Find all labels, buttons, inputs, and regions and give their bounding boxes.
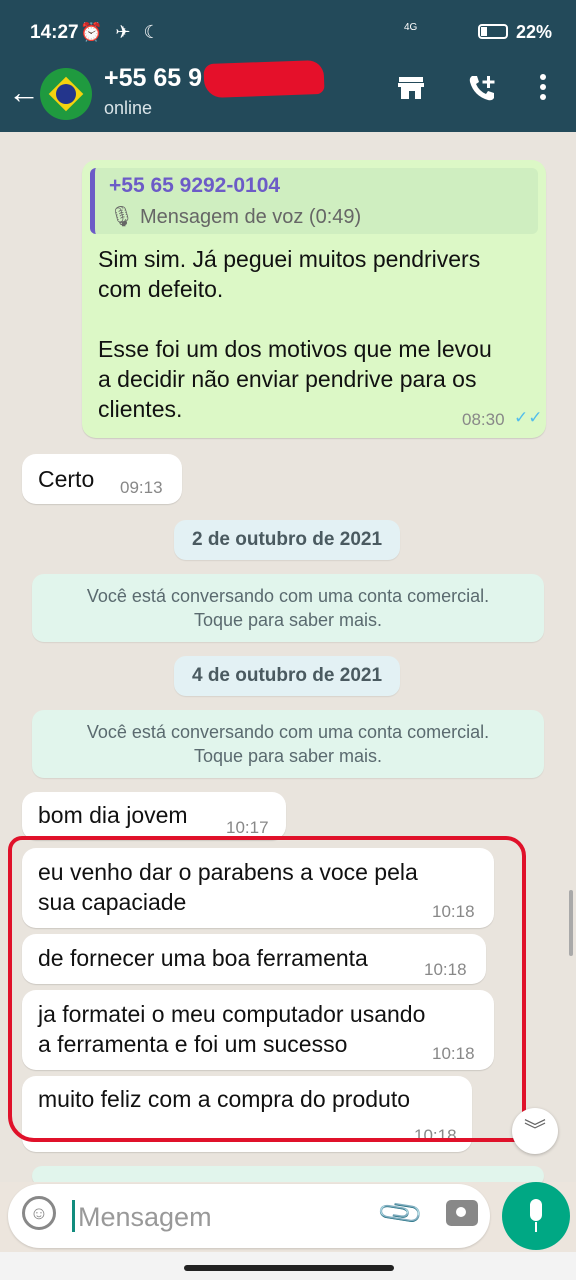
attach-icon[interactable]: 📎: [375, 1188, 426, 1239]
chat-area[interactable]: +55 65 9292-0104 🎙 Mensagem de voz (0:49…: [0, 132, 576, 1182]
scrollbar[interactable]: [569, 890, 573, 956]
status-bar: 14:27 ⏰ ✈ ☾ 4G 22%: [0, 0, 576, 66]
top-bar: 14:27 ⏰ ✈ ☾ 4G 22% ← +55 65 9 online: [0, 0, 576, 132]
network-type: 4G: [404, 22, 418, 33]
message-incoming[interactable]: Certo 09:13: [22, 454, 182, 504]
scroll-down-button[interactable]: ︾: [512, 1108, 558, 1154]
home-indicator[interactable]: [184, 1265, 394, 1271]
contact-avatar[interactable]: [40, 68, 92, 120]
message-time: 09:13: [120, 478, 163, 497]
emoji-icon[interactable]: ☺: [22, 1196, 56, 1230]
message-incoming[interactable]: bom dia jovem 10:17: [22, 792, 286, 840]
back-arrow-icon[interactable]: ←: [8, 74, 40, 111]
redaction-mark: [203, 59, 325, 99]
battery-icon: [478, 24, 508, 39]
message-text: Certo: [38, 466, 95, 492]
quoted-voice-message: 🎙 Mensagem de voz (0:49): [109, 206, 362, 228]
highlight-annotation: [8, 836, 526, 1142]
chat-header: ← +55 65 9 online: [0, 59, 576, 132]
more-options-icon[interactable]: [538, 72, 548, 109]
add-call-icon[interactable]: [466, 72, 498, 111]
date-divider: 2 de outubro de 2021: [174, 520, 400, 560]
double-chevron-down-icon: ︾: [523, 1118, 546, 1143]
contact-name[interactable]: +55 65 9: [104, 64, 202, 93]
message-time: 10:17: [226, 818, 269, 837]
date-divider: 4 de outubro de 2021: [174, 656, 400, 696]
system-nav-bar: [0, 1252, 576, 1280]
store-icon[interactable]: [396, 72, 426, 109]
composer: ☺ 📎: [8, 1184, 490, 1248]
mic-icon: [530, 1199, 542, 1221]
message-text: Sim sim. Já peguei muitos pendrivers com…: [98, 246, 492, 422]
business-account-notice[interactable]: Você está conversando com uma conta come…: [32, 574, 544, 642]
battery-percent: 22%: [516, 22, 553, 42]
mic-button[interactable]: [502, 1182, 570, 1250]
quoted-sender: +55 65 9292-0104: [109, 174, 281, 197]
status-time: 14:27: [30, 22, 79, 43]
message-input[interactable]: [76, 1194, 360, 1240]
read-ticks-icon: ✓✓: [514, 408, 543, 427]
business-account-notice[interactable]: Você está conversando com uma conta come…: [32, 710, 544, 778]
text-caret: [72, 1200, 75, 1232]
message-text: bom dia jovem: [38, 802, 188, 828]
notification-icons: ⏰ ✈ ☾: [80, 22, 164, 42]
message-outgoing[interactable]: +55 65 9292-0104 🎙 Mensagem de voz (0:49…: [82, 160, 546, 438]
message-time: 08:30: [462, 410, 505, 429]
quoted-message[interactable]: +55 65 9292-0104 🎙 Mensagem de voz (0:49…: [90, 168, 538, 234]
business-account-notice-partial: [32, 1166, 544, 1182]
contact-status: online: [104, 98, 153, 118]
camera-icon[interactable]: [446, 1200, 478, 1226]
